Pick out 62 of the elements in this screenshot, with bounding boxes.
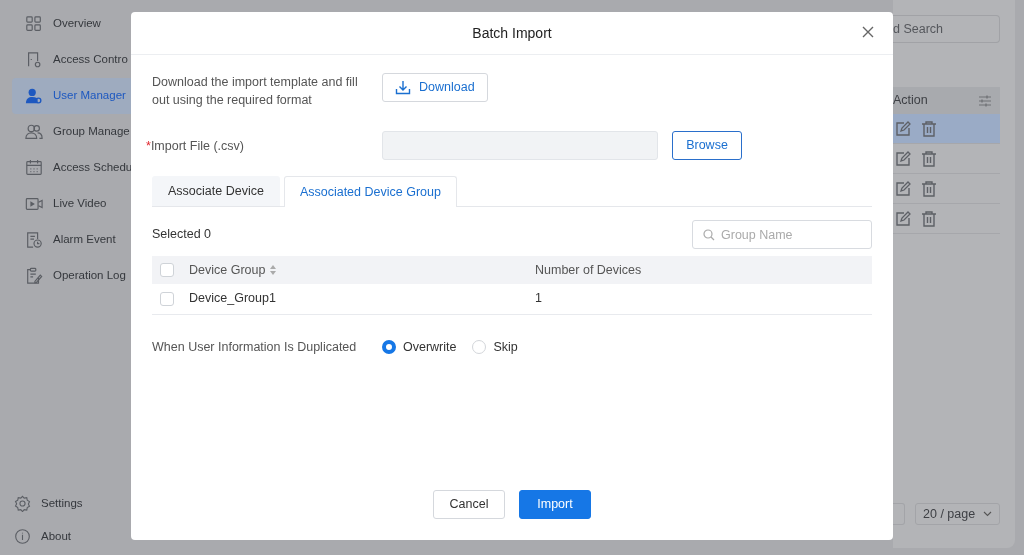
column-header: Action [893,92,928,110]
sidebar-item[interactable]: Alarm Event [12,222,131,258]
required-mark: * [146,138,151,153]
column-header: Number of Devices [535,261,642,279]
calendar-icon [25,159,43,177]
users-icon [25,123,43,141]
file-field[interactable] [382,131,658,160]
radio-option[interactable]: Skip [472,337,518,357]
trash-icon [921,120,937,137]
sidebar-item[interactable]: About [0,520,131,553]
trash-icon [921,180,937,197]
selected-count: Selected 0 [152,226,212,244]
table-row[interactable] [893,114,1000,144]
sidebar-item[interactable]: User Manager [12,78,131,114]
radio-option[interactable]: Overwrite [382,337,457,357]
browse-button[interactable]: Browse [672,131,742,160]
row-checkbox[interactable] [160,291,174,306]
sidebar-item[interactable]: Live Video [12,186,131,222]
sidebar-item[interactable]: Settings [0,487,131,520]
user-icon [25,87,43,105]
table-cell: Device_Group1 [189,291,276,306]
alarm-log-icon [25,231,43,249]
trash-icon [921,210,937,227]
import-file-label: Import File (.csv) [150,138,244,153]
column-settings-icon [978,94,992,107]
dialog-title: Batch Import [472,23,552,43]
radio-button[interactable] [382,339,396,354]
page-size-select[interactable]: 20 / page [915,503,1000,525]
trash-icon [921,150,937,167]
template-hint: Download the import template and fill out using the required format [152,74,359,109]
door-icon [25,51,43,69]
close-button[interactable] [861,25,875,39]
sidebar-item[interactable]: Access Schedu [12,150,131,186]
sidebar-item[interactable]: Overview [12,6,131,42]
grid-icon [25,15,43,33]
edit-icon [895,120,911,137]
duplicate-label: When User Information Is Duplicated [152,338,358,356]
import-button[interactable]: Import [519,490,591,519]
cancel-button[interactable]: Cancel [433,490,505,519]
edit-icon [895,150,911,167]
caret-icon [983,511,993,517]
tab[interactable]: Associated Device Group [283,176,457,207]
sidebar-item[interactable]: Operation Log [12,258,131,294]
download-button[interactable]: Download [382,73,488,102]
column-header[interactable]: Device Group [189,260,278,280]
edit-icon [895,180,911,197]
sort-icon[interactable] [269,264,278,276]
table-cell: 1 [535,291,542,306]
next-page-button[interactable] [893,503,905,525]
search-field[interactable]: d Search [893,15,1000,43]
info-icon [14,528,31,545]
search-field[interactable]: Group Name [693,221,871,248]
clipboard-icon [25,267,43,285]
settings-icon [14,495,31,512]
edit-icon [895,210,911,227]
video-icon [25,195,43,213]
sidebar-item[interactable]: Group Manage [12,114,131,150]
select-all-checkbox[interactable] [160,263,174,277]
download-icon [395,80,411,95]
tab[interactable]: Associate Device [152,176,280,206]
search-icon [703,229,715,241]
sidebar-item[interactable]: Access Contro [12,42,131,78]
